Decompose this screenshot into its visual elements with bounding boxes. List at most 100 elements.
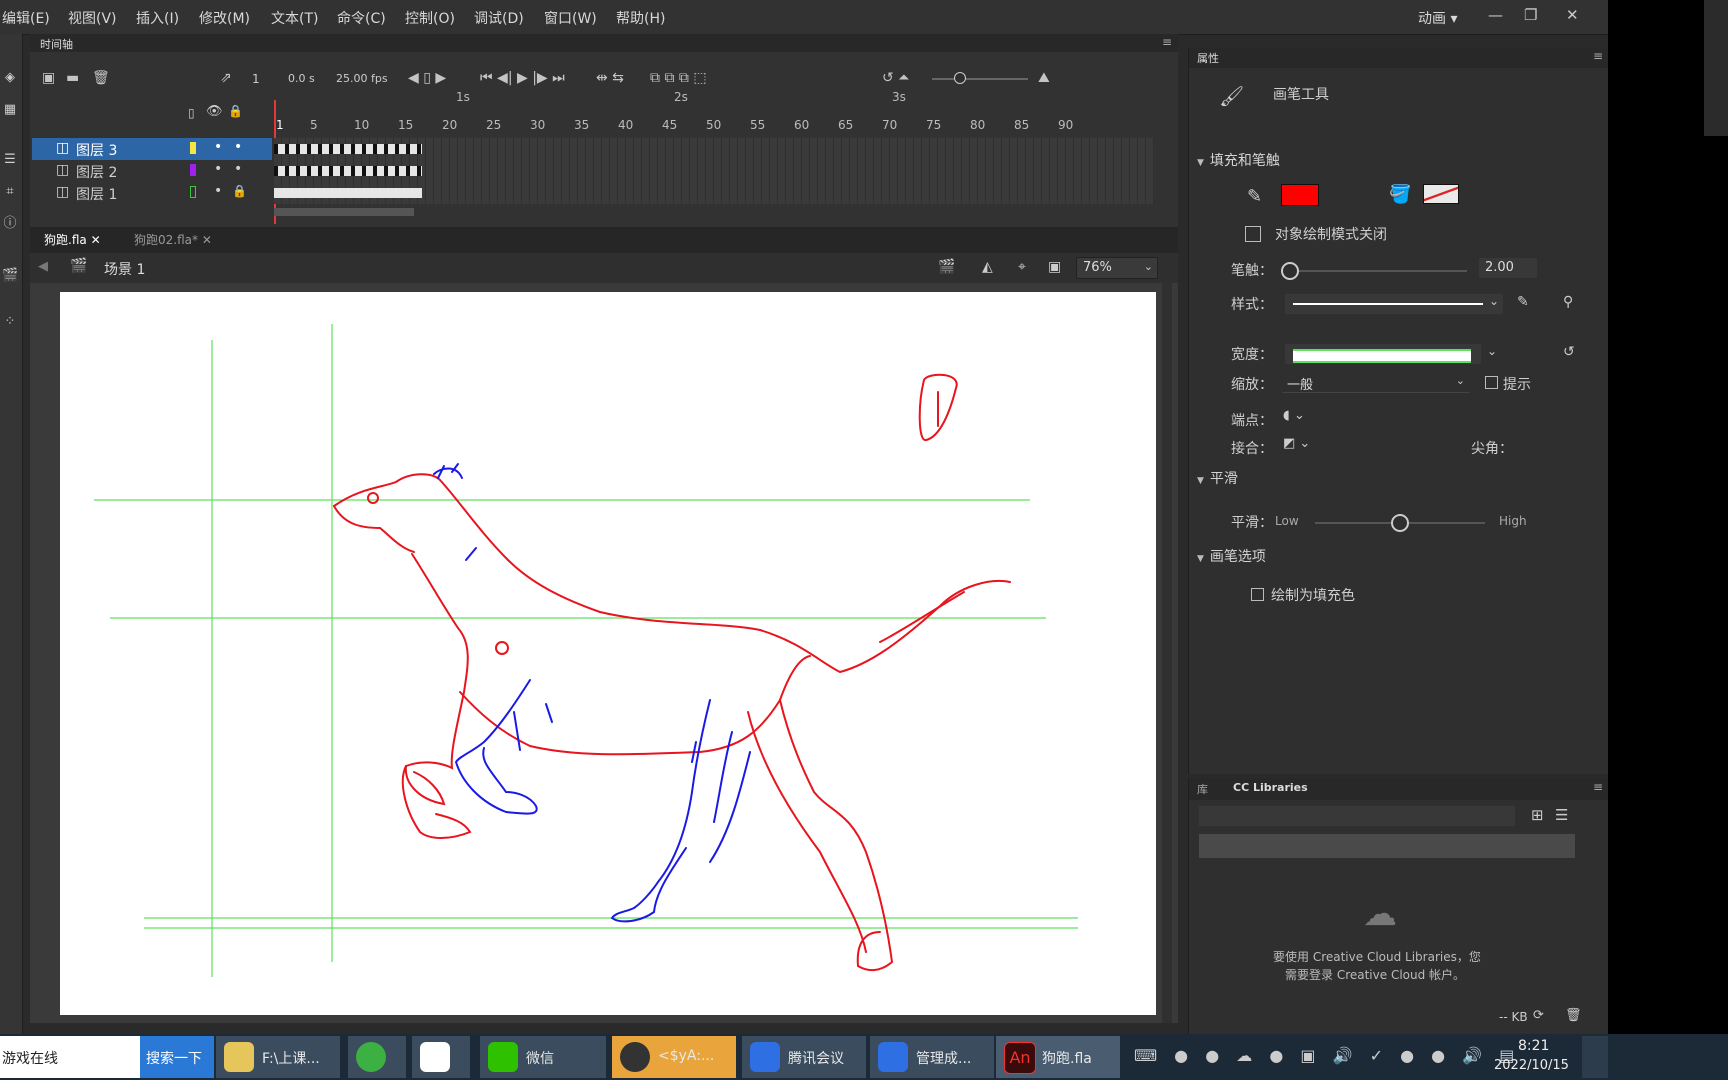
layer-name[interactable]: 图层 1: [76, 184, 117, 204]
keyframes[interactable]: [274, 166, 422, 176]
close-tab-icon[interactable]: ✕: [202, 233, 212, 247]
current-frame[interactable]: 1: [252, 72, 260, 86]
scene-name[interactable]: 场景 1: [104, 259, 145, 279]
timeline-tab[interactable]: 时间轴: [40, 36, 73, 52]
graph-icon[interactable]: ⇗: [220, 70, 232, 86]
menu-edit[interactable]: 编辑(E): [2, 8, 50, 28]
trash-icon[interactable]: 🗑: [1565, 1008, 1582, 1023]
panel-menu-icon[interactable]: ≡: [1593, 780, 1603, 794]
layer-color[interactable]: [190, 142, 196, 154]
back-icon[interactable]: ◀: [38, 259, 48, 274]
task-music[interactable]: <$yA:...: [612, 1036, 736, 1078]
layer-color[interactable]: [190, 186, 196, 198]
section-smoothing[interactable]: 平滑: [1197, 468, 1238, 488]
layer-name[interactable]: 图层 2: [76, 162, 117, 182]
info-icon[interactable]: ⓘ: [2, 216, 18, 232]
section-brush-options[interactable]: 画笔选项: [1197, 546, 1266, 566]
stroke-slider-thumb[interactable]: [1281, 262, 1299, 280]
stroke-value-field[interactable]: 2.00: [1479, 258, 1537, 278]
tool-align-icon[interactable]: ☰: [2, 152, 18, 168]
menu-help[interactable]: 帮助(H): [616, 8, 665, 28]
tool-grid-icon[interactable]: ▦: [2, 102, 18, 118]
frames-layer-2[interactable]: [274, 160, 1154, 182]
tool-motion-icon[interactable]: ⁘: [2, 314, 18, 330]
menu-text[interactable]: 文本(T): [271, 8, 318, 28]
stage-vscrollbar[interactable]: [1162, 283, 1172, 1023]
clip-stage-icon[interactable]: ▣: [1048, 259, 1061, 275]
menu-debug[interactable]: 调试(D): [474, 8, 524, 28]
task-meeting-admin[interactable]: 管理成...: [870, 1036, 994, 1078]
minimize-icon[interactable]: —: [1488, 6, 1503, 24]
menu-insert[interactable]: 插入(I): [136, 8, 179, 28]
visible-dot[interactable]: •: [214, 161, 222, 177]
grid-view-icon[interactable]: ⊞: [1531, 806, 1544, 824]
library-tab[interactable]: 库: [1197, 781, 1208, 797]
properties-tab[interactable]: 属性: [1197, 50, 1219, 66]
clock-time[interactable]: 8:21: [1518, 1038, 1549, 1054]
center-stage-icon[interactable]: ⌖: [1018, 259, 1026, 275]
new-folder-icon[interactable]: ▬: [66, 70, 79, 86]
edit-symbol-icon[interactable]: ◭: [982, 259, 993, 275]
layer-row-3[interactable]: ◫ 图层 3 • •: [32, 138, 272, 160]
new-layer-icon[interactable]: ▣: [42, 70, 55, 86]
library-select[interactable]: [1199, 806, 1515, 826]
layer-color[interactable]: [190, 164, 196, 176]
layer-name[interactable]: 图层 3: [76, 140, 117, 160]
frames-layer-3[interactable]: [274, 138, 1154, 160]
menu-control[interactable]: 控制(O): [405, 8, 455, 28]
stroke-slider[interactable]: [1287, 270, 1467, 272]
task-explorer[interactable]: F:\上课...: [216, 1036, 340, 1078]
visible-dot[interactable]: •: [214, 139, 222, 155]
menu-view[interactable]: 视图(V): [68, 8, 117, 28]
close-icon[interactable]: ✕: [1566, 6, 1579, 24]
zoom-slider-thumb[interactable]: [954, 72, 966, 84]
clock-date[interactable]: 2022/10/15: [1494, 1058, 1569, 1073]
object-drawing-icon[interactable]: [1245, 226, 1261, 242]
tray-icons[interactable]: ⌨ ● ● ☁ ● ▣ 🔊 ✓ ● ● 🔊 ▤: [1134, 1046, 1520, 1065]
tool-clapper-icon[interactable]: 🎬: [2, 268, 18, 284]
onion-skin-icon[interactable]: ⧉ ⧉ ⧉ ⬚: [650, 70, 707, 86]
frame-ruler[interactable]: 1 5 10 15 20 25 30 35 40 45 50 55 60 65 …: [274, 114, 1154, 136]
prev-keyframe-icon[interactable]: ◀ ▯ ▶: [408, 70, 446, 86]
edit-style-icon[interactable]: ✎: [1517, 294, 1529, 310]
workspace-switcher[interactable]: 动画 ▾: [1418, 8, 1457, 28]
task-wechat[interactable]: 微信: [480, 1036, 606, 1078]
lock-header-icon[interactable]: 🔒: [228, 104, 243, 118]
zoom-in-icon[interactable]: ⛰: [1038, 70, 1050, 86]
edit-scene-icon[interactable]: 🎬: [938, 259, 955, 275]
frames-layer-1[interactable]: [274, 182, 1154, 204]
stage-canvas[interactable]: [60, 292, 1156, 1015]
sync-icon[interactable]: ⟳: [1533, 1008, 1544, 1023]
panel-menu-icon[interactable]: ≡: [1162, 35, 1172, 49]
lock-dot[interactable]: •: [234, 139, 242, 155]
reset-width-icon[interactable]: ↺: [1563, 344, 1575, 360]
chevron-down-icon[interactable]: ⌄: [1489, 294, 1499, 308]
eye-icon[interactable]: 👁: [206, 104, 223, 119]
loop-icon[interactable]: ⇹ ⇆: [596, 70, 624, 86]
layer-row-2[interactable]: ◫ 图层 2 • •: [32, 160, 272, 182]
zoom-slider[interactable]: [932, 78, 1028, 80]
outline-header-icon[interactable]: ▯: [188, 106, 195, 120]
tool-transform-icon[interactable]: ⌗: [2, 184, 18, 200]
doc-tab[interactable]: 狗跑02.fla* ✕: [134, 231, 212, 248]
close-tab-icon[interactable]: ✕: [91, 233, 101, 247]
chevron-down-icon[interactable]: ⌄: [1487, 344, 1497, 358]
cc-libraries-tab[interactable]: CC Libraries: [1233, 781, 1308, 794]
section-fill-stroke[interactable]: 填充和笔触: [1197, 150, 1280, 170]
panel-menu-icon[interactable]: ≡: [1593, 49, 1603, 63]
draw-as-fill-checkbox[interactable]: [1251, 588, 1264, 601]
lock-dot[interactable]: •: [234, 161, 242, 177]
tool-3d-icon[interactable]: ◈: [2, 70, 18, 86]
visible-dot[interactable]: •: [214, 183, 222, 199]
playback-controls-icon[interactable]: ⏮ ◀| ▶ |▶ ⏭: [480, 70, 565, 86]
menu-window[interactable]: 窗口(W): [544, 8, 597, 28]
task-meeting[interactable]: 腾讯会议: [742, 1036, 866, 1078]
layer-row-1[interactable]: ◫ 图层 1 • 🔒: [32, 182, 272, 204]
scale-select[interactable]: 一般 ⌄: [1283, 372, 1469, 393]
brush-library-icon[interactable]: ⚲: [1563, 294, 1573, 310]
frame-rate[interactable]: 25.00 fps: [336, 72, 388, 85]
list-view-icon[interactable]: ☰: [1555, 806, 1568, 824]
search-box[interactable]: 游戏在线: [0, 1036, 140, 1078]
fill-color-swatch[interactable]: [1423, 184, 1459, 204]
stroke-color-swatch[interactable]: [1281, 184, 1319, 206]
